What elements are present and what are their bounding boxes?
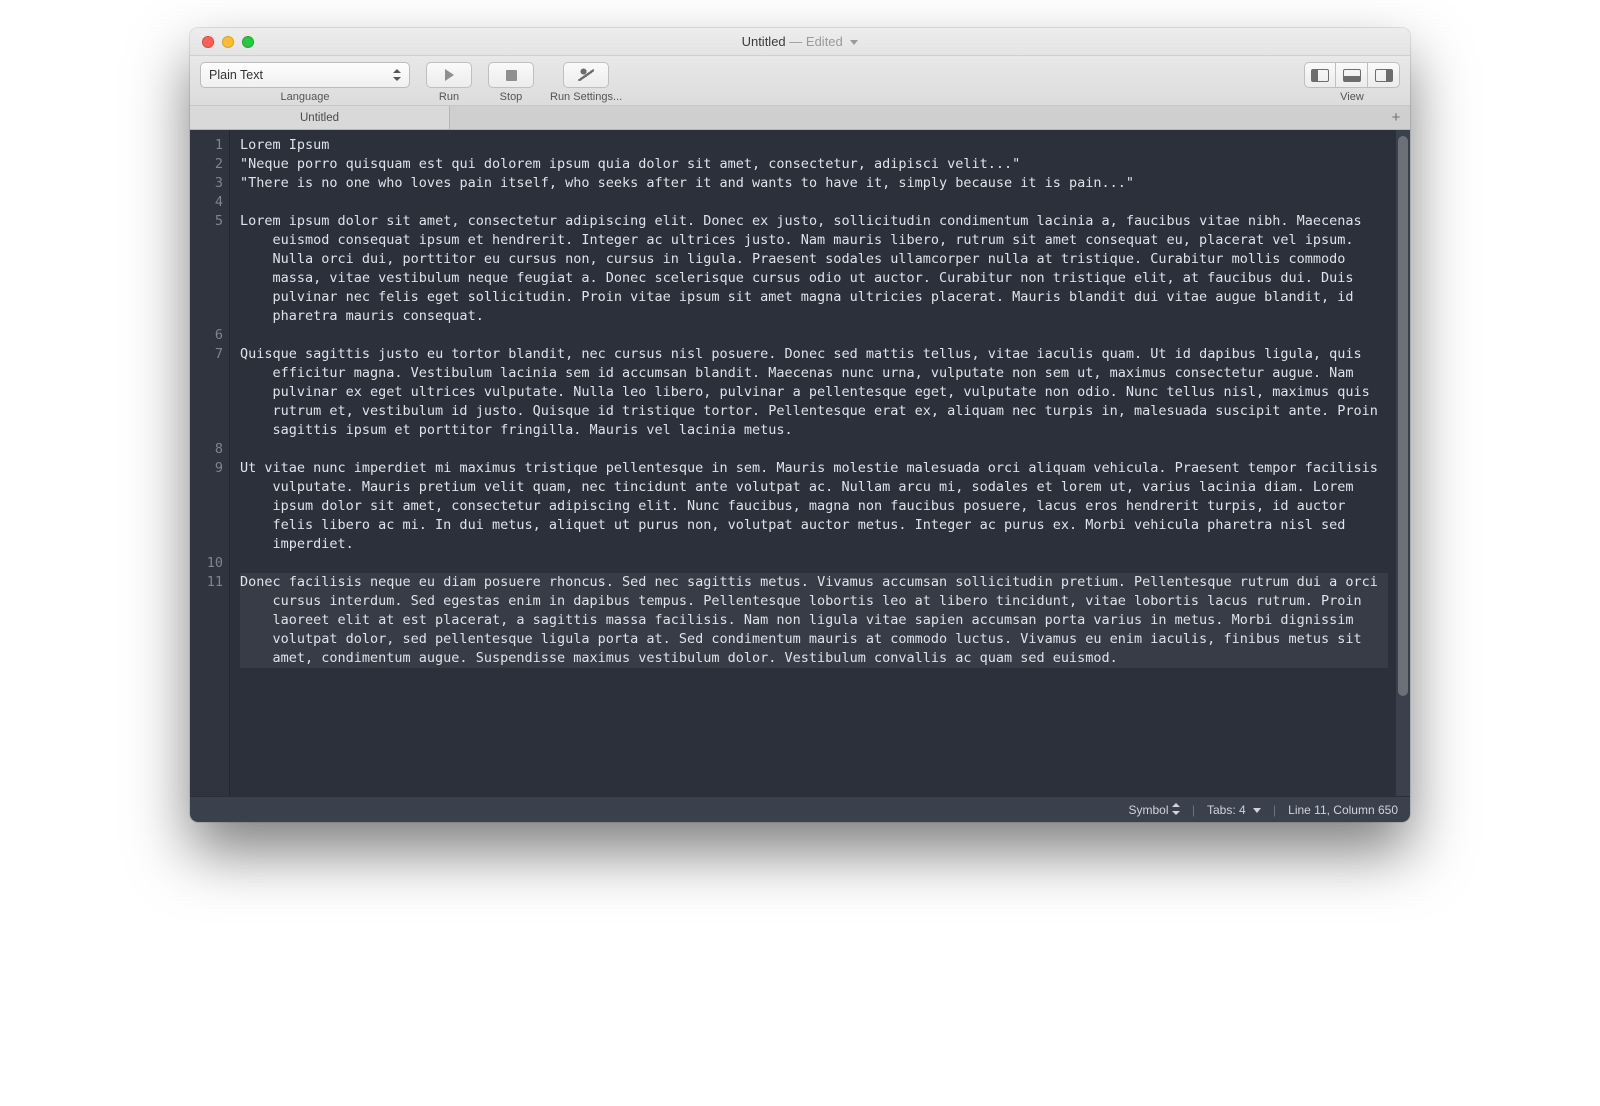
status-bar: Symbol | Tabs: 4 | Line 11, Column 650 [190, 796, 1410, 822]
status-symbol[interactable]: Symbol [1128, 803, 1179, 817]
wrench-icon [578, 67, 594, 83]
run-settings-group: Run Settings... [550, 62, 622, 103]
updown-icon [1172, 803, 1180, 815]
line-number-gutter: 1 2 3 4 5 6 7 8 9 10 11 [190, 130, 230, 796]
document-state: Edited [806, 34, 843, 49]
play-icon [445, 69, 454, 81]
titlebar: Untitled — Edited [190, 28, 1410, 56]
toolbar: Plain Text Language Run Stop Run Setting… [190, 56, 1410, 106]
panel-bottom-icon [1343, 69, 1361, 82]
code-line: Quisque sagittis justo eu tortor blandit… [240, 345, 1388, 440]
code-line: Ut vitae nunc imperdiet mi maximus trist… [240, 459, 1388, 554]
stop-icon [506, 70, 517, 81]
code-line [240, 440, 1388, 459]
tab-untitled[interactable]: Untitled [190, 106, 450, 129]
updown-icon [393, 69, 401, 81]
zoom-window-button[interactable] [242, 36, 254, 48]
status-cursor: Line 11, Column 650 [1288, 803, 1398, 817]
language-label: Language [281, 91, 330, 103]
view-segmented [1304, 62, 1400, 88]
close-window-button[interactable] [202, 36, 214, 48]
separator: | [1273, 803, 1276, 817]
code-line: Lorem ipsum dolor sit amet, consectetur … [240, 212, 1388, 326]
tab-strip: Untitled + [190, 106, 1410, 130]
code-line: Donec facilisis neque eu diam posuere rh… [240, 573, 1388, 668]
stop-group: Stop [488, 62, 534, 103]
chevron-down-icon [850, 40, 858, 45]
chevron-down-icon [1253, 808, 1261, 813]
status-tabs[interactable]: Tabs: 4 [1207, 803, 1261, 817]
separator: | [1192, 803, 1195, 817]
view-bottom-panel-button[interactable] [1336, 62, 1368, 88]
code-line [240, 193, 1388, 212]
run-label: Run [439, 91, 459, 103]
code-line [240, 554, 1388, 573]
window-title[interactable]: Untitled — Edited [190, 34, 1410, 49]
scroll-thumb[interactable] [1398, 136, 1408, 696]
view-right-panel-button[interactable] [1368, 62, 1400, 88]
run-settings-label: Run Settings... [550, 91, 622, 103]
code-area[interactable]: Lorem Ipsum"Neque porro quisquam est qui… [230, 130, 1396, 796]
document-name: Untitled [742, 34, 786, 49]
plus-icon: + [1392, 109, 1401, 126]
run-settings-button[interactable] [563, 62, 609, 88]
view-label: View [1340, 91, 1364, 103]
code-line [240, 326, 1388, 345]
view-left-panel-button[interactable] [1304, 62, 1336, 88]
view-group: View [1304, 62, 1400, 103]
run-button[interactable] [426, 62, 472, 88]
window-controls [202, 36, 254, 48]
editor: 1 2 3 4 5 6 7 8 9 10 11 Lorem Ipsum"Nequ… [190, 130, 1410, 796]
new-tab-button[interactable]: + [1382, 106, 1410, 129]
app-window: Untitled — Edited Plain Text Language Ru… [190, 28, 1410, 822]
language-group: Plain Text Language [200, 62, 410, 103]
run-group: Run [426, 62, 472, 103]
language-select[interactable]: Plain Text [200, 62, 410, 88]
panel-right-icon [1375, 69, 1393, 82]
code-line: "There is no one who loves pain itself, … [240, 174, 1388, 193]
panel-left-icon [1311, 69, 1329, 82]
stop-button[interactable] [488, 62, 534, 88]
stop-label: Stop [500, 91, 523, 103]
code-line: Lorem Ipsum [240, 136, 1388, 155]
language-value: Plain Text [209, 68, 263, 82]
code-line: "Neque porro quisquam est qui dolorem ip… [240, 155, 1388, 174]
vertical-scrollbar[interactable] [1396, 130, 1410, 796]
minimize-window-button[interactable] [222, 36, 234, 48]
tab-label: Untitled [300, 112, 339, 124]
